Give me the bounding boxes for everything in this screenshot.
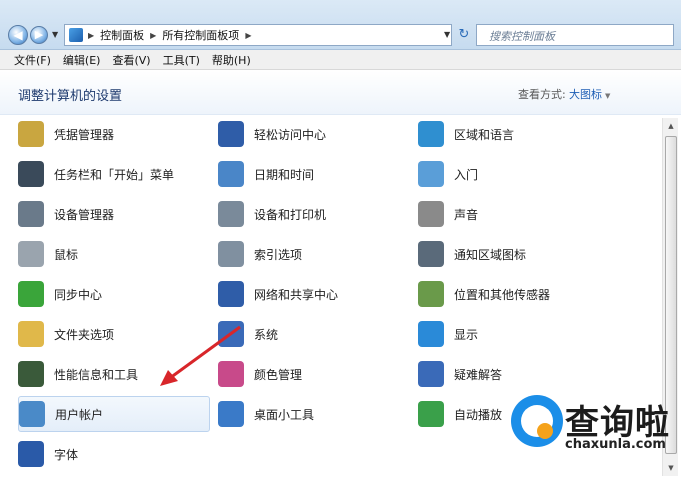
watermark-dot-icon <box>537 423 553 439</box>
watermark-url: chaxunla.com <box>565 437 666 452</box>
watermark: 查询啦 chaxunla.com <box>505 393 681 479</box>
watermark-logo-icon <box>511 395 563 447</box>
annotation-arrow-line <box>169 325 241 380</box>
